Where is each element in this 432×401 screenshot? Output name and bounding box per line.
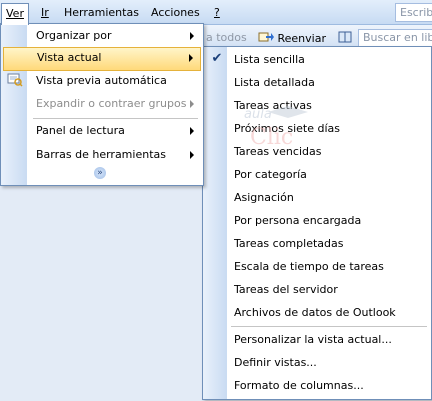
checkmark-icon: ✔ [211,51,223,66]
svg-text:Clic: Clic [250,125,293,150]
expand-menu-chevron-icon[interactable]: » [94,167,106,179]
menu-item-organizar-por[interactable]: Organizar por [1,25,203,47]
menu-help[interactable]: ? [210,4,224,21]
menu-item-vista-previa[interactable]: Vista previa automática [1,70,203,92]
view-option-por-persona-encargada[interactable]: Por persona encargada [203,210,431,232]
submenu-arrow-icon [190,151,194,159]
menu-ir[interactable]: Ir [37,4,53,21]
menu-acciones[interactable]: Acciones [147,4,204,21]
forward-button[interactable]: Reenviar [258,30,326,46]
menu-bar: Ver Ir Herramientas Acciones ? Escriba [0,0,432,25]
reply-all-button[interactable]: a todos [206,30,247,46]
submenu-arrow-icon [190,32,194,40]
submenu-arrow-icon [190,100,194,108]
definir-vistas-item[interactable]: Definir vistas... [203,352,431,374]
help-search-input[interactable]: Escriba [395,3,432,22]
view-option-tareas-servidor[interactable]: Tareas del servidor [203,279,431,301]
menu-item-vista-actual[interactable]: Vista actual [3,47,201,71]
formato-columnas-item[interactable]: Formato de columnas... [203,375,431,397]
submenu-arrow-icon [190,127,194,135]
menu-herramientas[interactable]: Herramientas [60,4,143,21]
menu-item-expandir-grupos: Expandir o contraer grupos [1,93,203,115]
menu-separator [231,326,427,327]
svg-text:aula: aula [244,107,272,122]
preview-icon [7,73,23,87]
forward-icon [258,32,274,42]
view-option-escala-tiempo[interactable]: Escala de tiempo de tareas [203,256,431,278]
menu-item-barras-herramientas[interactable]: Barras de herramientas [1,144,203,166]
view-option-asignacion[interactable]: Asignación [203,187,431,209]
personalizar-vista-item[interactable]: Personalizar la vista actual... [203,329,431,351]
view-option-archivos-outlook[interactable]: Archivos de datos de Outlook [203,302,431,324]
menu-ver[interactable]: Ver [1,3,29,25]
view-option-tareas-completadas[interactable]: Tareas completadas [203,233,431,255]
menu-separator [33,118,198,119]
submenu-arrow-icon [189,54,193,62]
address-book-search-input[interactable]: Buscar en libr [358,29,432,47]
aulaclic-watermark-logo: aula Clic [244,106,308,150]
menu-item-panel-lectura[interactable]: Panel de lectura [1,120,203,142]
view-menu: Organizar por Vista actual Vista previa … [0,23,204,186]
view-option-lista-sencilla[interactable]: ✔ Lista sencilla [203,49,431,71]
address-book-icon[interactable] [337,30,353,46]
view-option-lista-detallada[interactable]: Lista detallada [203,72,431,94]
